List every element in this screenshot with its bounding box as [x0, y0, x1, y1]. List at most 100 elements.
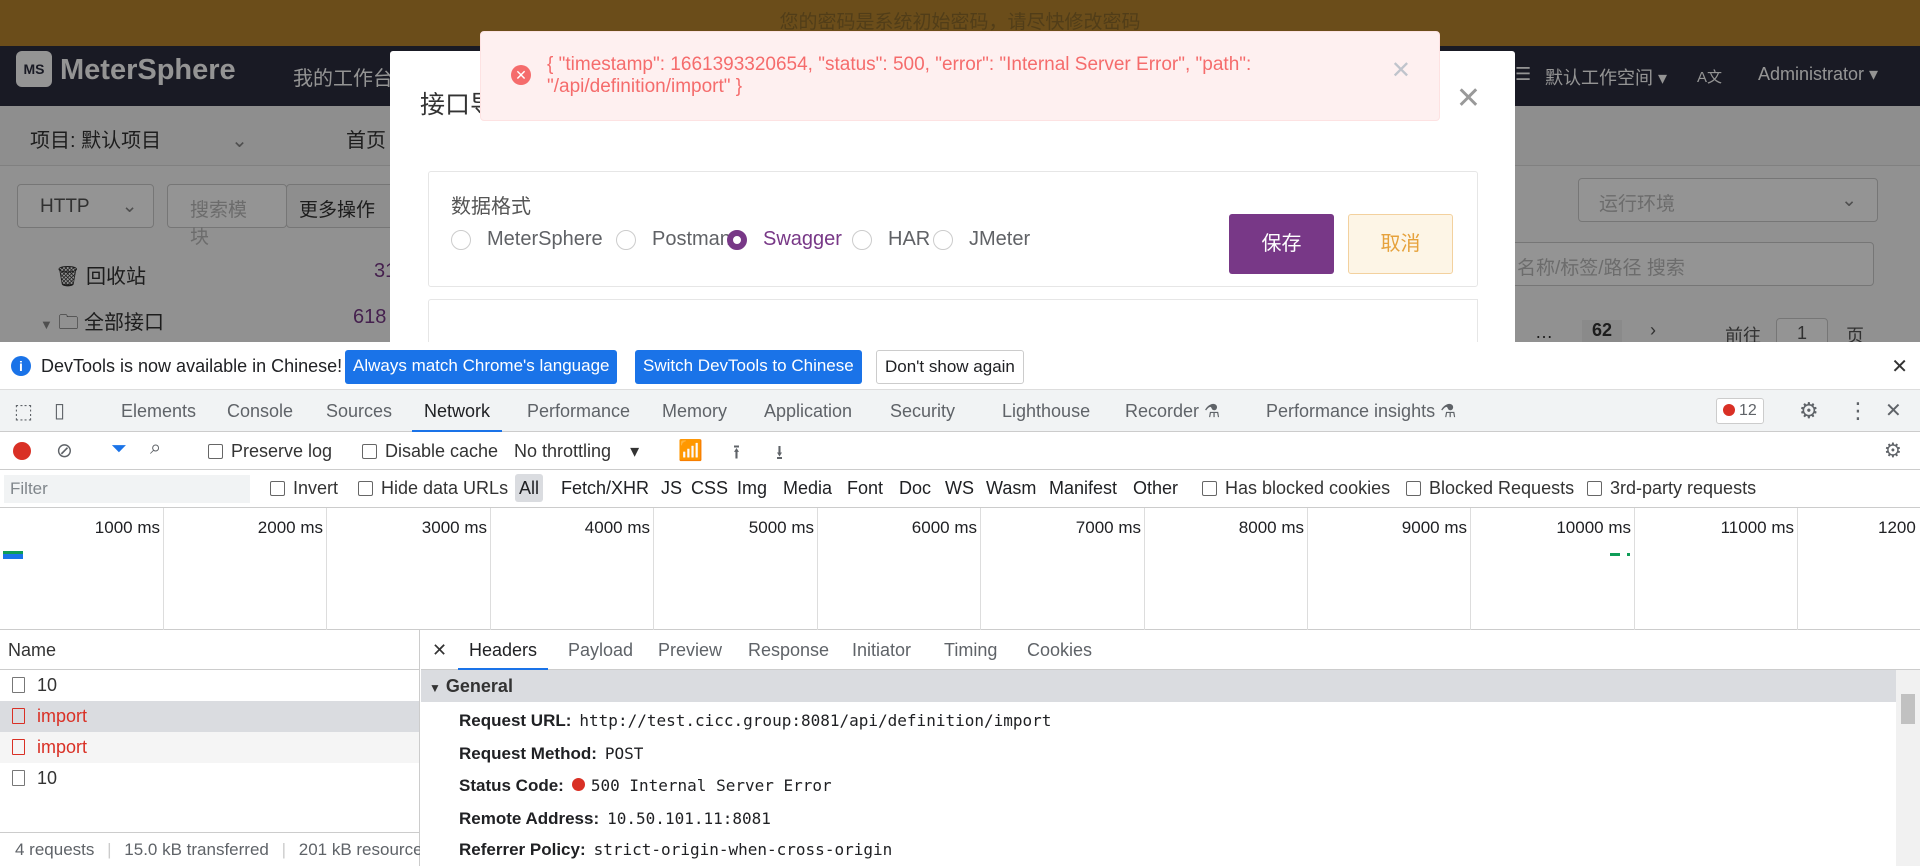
- tab-memory[interactable]: Memory: [662, 390, 727, 432]
- filter-type-img[interactable]: Img: [737, 478, 767, 499]
- radio-label: Postman: [652, 228, 731, 250]
- caret-down-icon: ▼: [429, 681, 441, 695]
- tab-initiator[interactable]: Initiator: [852, 630, 911, 670]
- switch-chinese-button[interactable]: Switch DevTools to Chinese: [635, 350, 862, 384]
- network-conditions-icon[interactable]: 📶: [678, 438, 703, 463]
- request-row[interactable]: 10: [0, 670, 419, 701]
- tab-performance[interactable]: Performance: [527, 390, 630, 432]
- throttling-select[interactable]: No throttling ▾: [514, 441, 639, 462]
- field-key: Remote Address:: [459, 809, 600, 828]
- radio-har[interactable]: HAR: [852, 228, 930, 251]
- request-row[interactable]: import: [0, 701, 419, 732]
- tab-performance-insights[interactable]: Performance insights ⚗: [1266, 390, 1456, 432]
- tab-security[interactable]: Security: [890, 390, 955, 432]
- record-icon[interactable]: [13, 442, 31, 460]
- radio-postman[interactable]: Postman: [616, 228, 731, 251]
- name-column-header[interactable]: Name: [0, 630, 420, 670]
- blocked-requests-checkbox[interactable]: Blocked Requests: [1406, 478, 1574, 499]
- disable-cache-checkbox[interactable]: Disable cache: [362, 441, 498, 462]
- dont-show-again-button[interactable]: Don't show again: [876, 350, 1024, 384]
- network-toolbar: ⊘ ⏷ ⌕ Preserve log Disable cache No thro…: [0, 432, 1920, 470]
- cancel-button[interactable]: 取消: [1348, 214, 1453, 274]
- close-icon[interactable]: ✕: [432, 630, 447, 670]
- checkbox-icon: [362, 444, 377, 459]
- import-har-icon[interactable]: ⭱: [733, 438, 740, 472]
- has-blocked-cookies-checkbox[interactable]: Has blocked cookies: [1202, 478, 1390, 499]
- filter-icon[interactable]: ⏷: [111, 438, 127, 461]
- summary-resources: 201 kB resources: [298, 840, 420, 859]
- close-icon[interactable]: ✕: [1456, 81, 1481, 116]
- radio-swagger[interactable]: Swagger: [727, 228, 842, 251]
- close-icon[interactable]: ✕: [1391, 56, 1411, 85]
- clear-icon[interactable]: ⊘: [56, 438, 73, 463]
- timeline-gridline: [980, 508, 981, 630]
- devtools-infobar: i DevTools is now available in Chinese! …: [0, 342, 1920, 390]
- filter-input[interactable]: Filter: [4, 475, 250, 503]
- tab-network[interactable]: Network: [412, 390, 503, 432]
- more-options-icon[interactable]: ⋮: [1847, 398, 1869, 424]
- network-overview-timeline[interactable]: 1000 ms 2000 ms 3000 ms 4000 ms 5000 ms …: [0, 508, 1920, 630]
- filter-type-css[interactable]: CSS: [691, 478, 728, 499]
- tab-headers[interactable]: Headers: [458, 630, 549, 670]
- tab-sources[interactable]: Sources: [326, 390, 392, 432]
- timeline-tick: 3000 ms: [421, 518, 487, 537]
- filter-type-wasm[interactable]: Wasm: [986, 478, 1036, 499]
- summary-requests: 4 requests: [15, 840, 95, 859]
- radio-circle-icon: [852, 229, 872, 250]
- timeline-tick: 5000 ms: [748, 518, 814, 537]
- timeline-tick: 2000 ms: [257, 518, 323, 537]
- invert-checkbox[interactable]: Invert: [270, 478, 338, 499]
- document-icon: [12, 708, 25, 724]
- third-party-checkbox[interactable]: 3rd-party requests: [1587, 478, 1756, 499]
- search-icon[interactable]: ⌕: [150, 437, 161, 460]
- tab-preview[interactable]: Preview: [658, 630, 722, 670]
- filter-type-ws[interactable]: WS: [945, 478, 974, 499]
- document-icon: [12, 770, 25, 786]
- network-settings-gear-icon[interactable]: ⚙: [1884, 438, 1902, 463]
- save-button[interactable]: 保存: [1229, 214, 1334, 274]
- tab-recorder[interactable]: Recorder ⚗: [1125, 390, 1220, 432]
- general-section-header[interactable]: ▼ General: [421, 670, 1896, 702]
- device-toolbar-icon[interactable]: ▯: [54, 398, 65, 423]
- request-row[interactable]: import: [0, 732, 419, 763]
- filter-type-other[interactable]: Other: [1133, 478, 1178, 499]
- scrollbar-thumb[interactable]: [1901, 694, 1915, 724]
- format-form: 数据格式 MeterSphere Postman Swagger HAR JMe…: [428, 171, 1478, 287]
- tab-payload[interactable]: Payload: [568, 630, 633, 670]
- request-row[interactable]: 10: [0, 763, 419, 794]
- request-detail-panel: ✕ Headers Payload Preview Response Initi…: [421, 630, 1920, 866]
- filter-type-fetch-xhr[interactable]: Fetch/XHR: [561, 478, 649, 499]
- radio-jmeter[interactable]: JMeter: [933, 228, 1030, 251]
- match-language-button[interactable]: Always match Chrome's language: [345, 350, 618, 384]
- settings-gear-icon[interactable]: ⚙: [1799, 398, 1819, 424]
- vertical-scrollbar[interactable]: [1896, 670, 1920, 866]
- timeline-gridline: [653, 508, 654, 630]
- preserve-log-checkbox[interactable]: Preserve log: [208, 441, 332, 462]
- filter-type-js[interactable]: JS: [661, 478, 682, 499]
- tab-elements[interactable]: Elements: [121, 390, 196, 432]
- tab-response[interactable]: Response: [748, 630, 829, 670]
- tab-timing[interactable]: Timing: [944, 630, 997, 670]
- summary-transferred: 15.0 kB transferred: [124, 840, 269, 859]
- hide-data-urls-checkbox[interactable]: Hide data URLs: [358, 478, 508, 499]
- tab-cookies[interactable]: Cookies: [1027, 630, 1092, 670]
- filter-type-doc[interactable]: Doc: [899, 478, 931, 499]
- timeline-gridline: [1144, 508, 1145, 630]
- timeline-request-bar: [1610, 553, 1620, 556]
- radio-metersphere[interactable]: MeterSphere: [451, 228, 603, 251]
- tab-lighthouse[interactable]: Lighthouse: [1002, 390, 1090, 432]
- inspect-element-icon[interactable]: ⬚: [14, 399, 33, 424]
- close-icon[interactable]: ✕: [1891, 354, 1908, 379]
- third-party-label: 3rd-party requests: [1610, 478, 1757, 498]
- tab-console[interactable]: Console: [227, 390, 293, 432]
- export-har-icon[interactable]: ⭳: [776, 438, 783, 472]
- filter-type-all[interactable]: All: [515, 474, 544, 502]
- close-devtools-icon[interactable]: ✕: [1885, 398, 1902, 423]
- error-count-badge[interactable]: 12: [1716, 398, 1764, 424]
- tab-application[interactable]: Application: [764, 390, 852, 432]
- format-label: 数据格式: [451, 196, 531, 218]
- filter-type-media[interactable]: Media: [783, 478, 832, 499]
- throttling-value: No throttling: [514, 441, 612, 461]
- filter-type-font[interactable]: Font: [847, 478, 883, 499]
- filter-type-manifest[interactable]: Manifest: [1049, 478, 1117, 499]
